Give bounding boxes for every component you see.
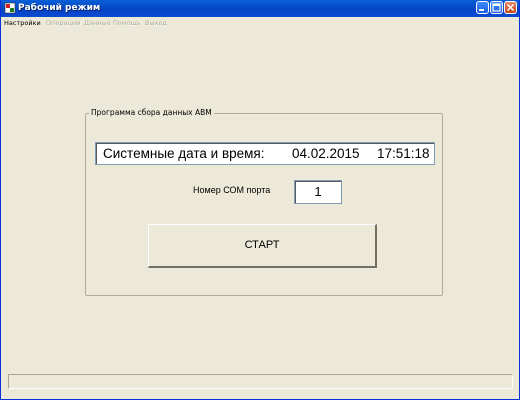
com-port-label: Номер СОМ порта <box>193 185 271 195</box>
data-collection-group <box>85 113 443 296</box>
title-bar[interactable]: Рабочий режим <box>1 0 519 17</box>
menu-data: Данные <box>84 19 111 27</box>
minimize-button[interactable] <box>476 1 489 14</box>
menu-help: Помощь <box>113 19 141 27</box>
window-title: Рабочий режим <box>18 3 101 13</box>
close-button[interactable] <box>504 1 517 14</box>
minimize-icon <box>479 9 484 11</box>
status-bar <box>8 374 513 389</box>
group-title: Программа сбора данных АВМ <box>89 108 214 118</box>
maximize-icon <box>492 3 501 12</box>
time-value: 17:51:18 <box>377 146 430 161</box>
start-button[interactable]: СТАРТ <box>148 224 377 268</box>
app-icon[interactable] <box>4 2 16 14</box>
close-icon <box>506 3 515 12</box>
menu-operations: Операции <box>46 19 81 27</box>
datetime-label: Системные дата и время: <box>103 146 265 161</box>
menu-bar: Настройки Операции Данные Помощь Выход <box>1 17 519 29</box>
date-value: 04.02.2015 <box>292 146 360 161</box>
main-window: Рабочий режим Настройки Операции Данные … <box>0 0 520 400</box>
system-datetime-display: Системные дата и время: 04.02.2015 17:51… <box>95 142 435 165</box>
maximize-button[interactable] <box>490 1 503 14</box>
com-port-input[interactable]: 1 <box>294 180 342 204</box>
menu-settings[interactable]: Настройки <box>4 18 41 28</box>
menu-exit: Выход <box>145 19 167 27</box>
